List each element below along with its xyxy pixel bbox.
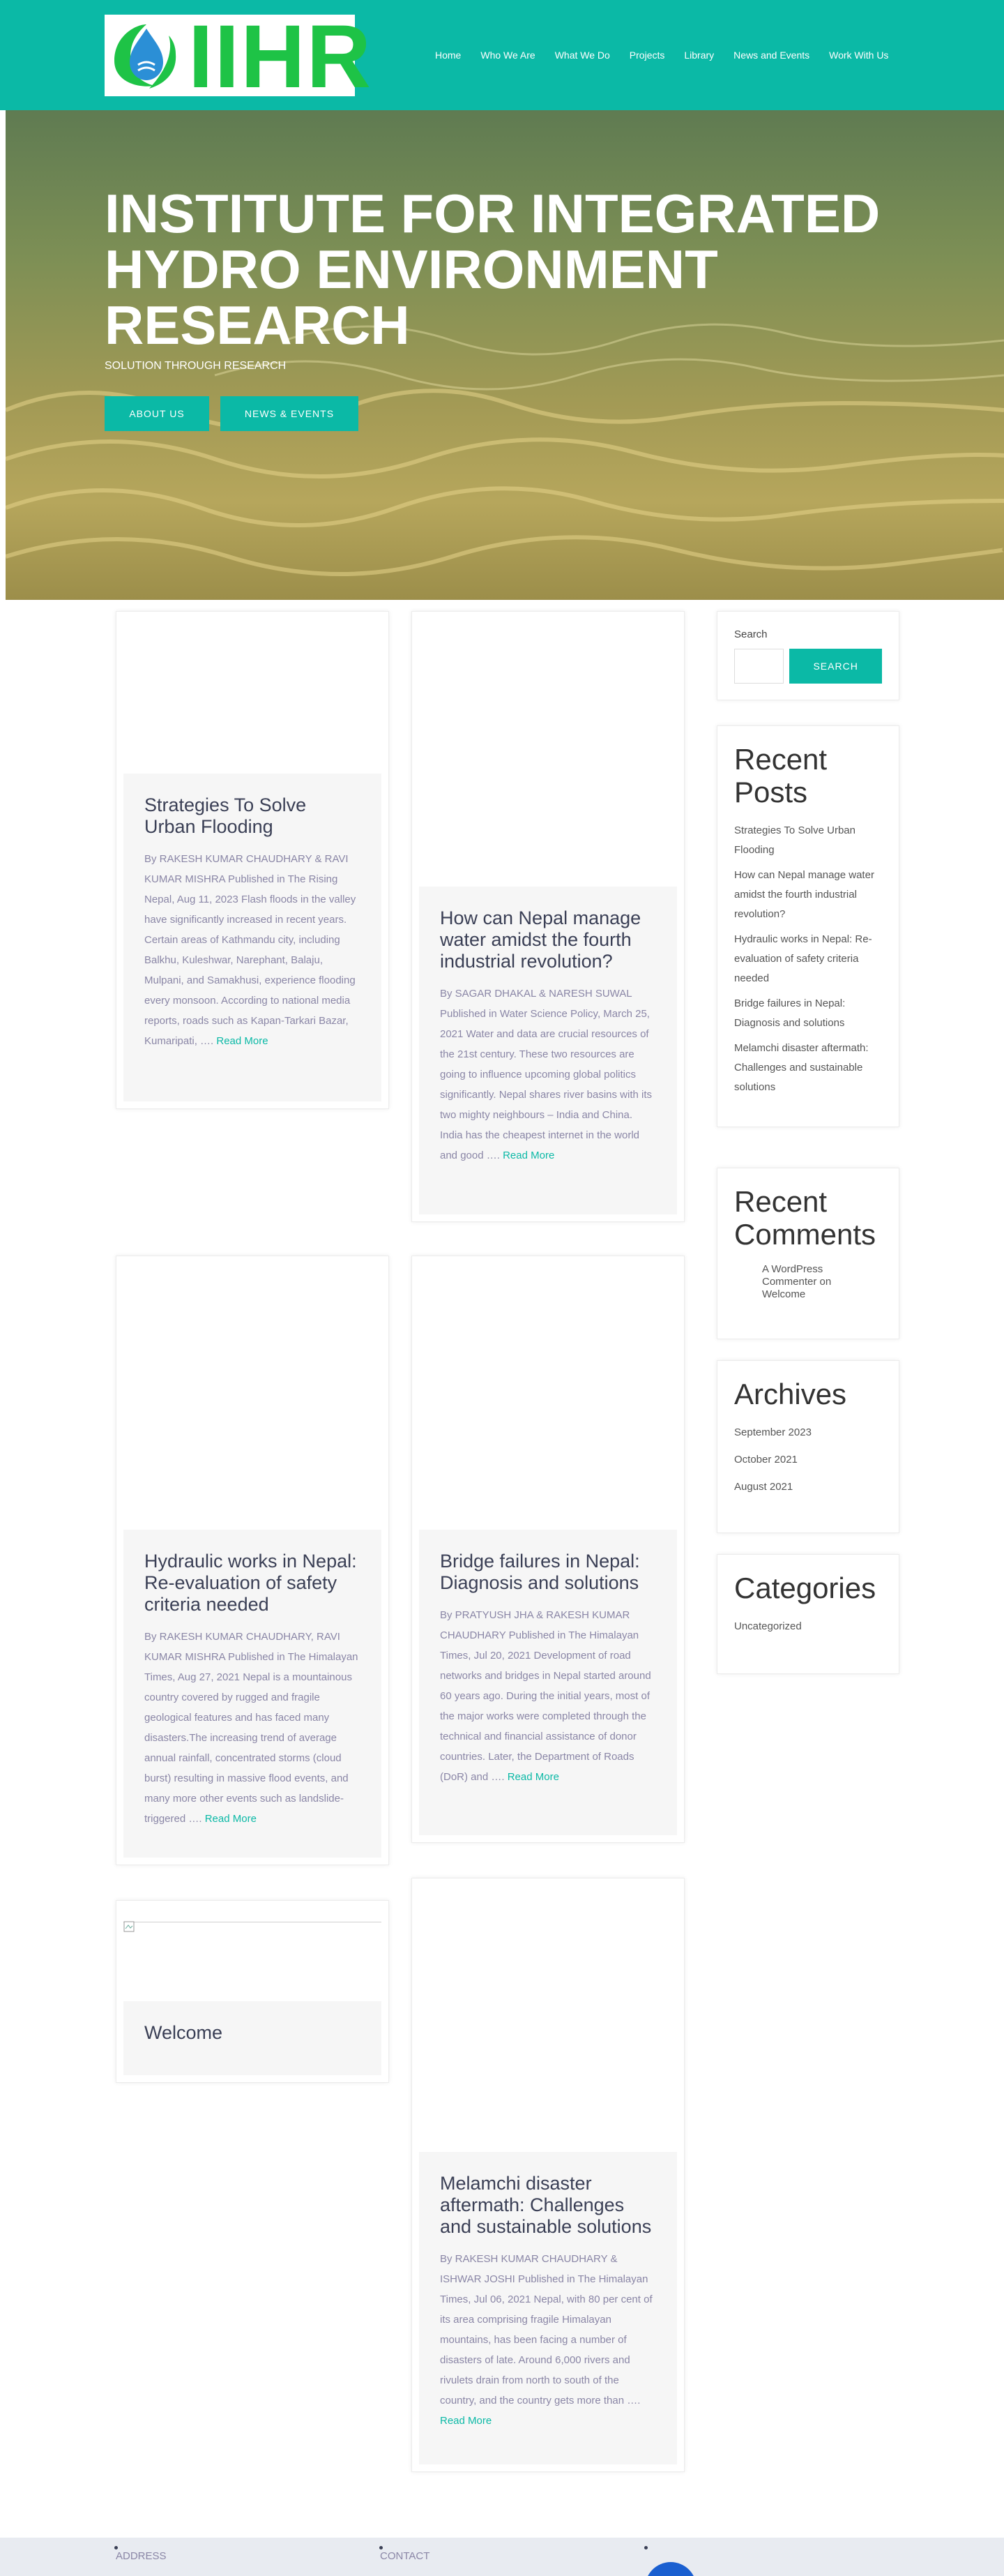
nav-work-with-us[interactable]: Work With Us [819, 50, 898, 61]
logo-wordmark: IIHR [188, 7, 372, 107]
nav-projects[interactable]: Projects [620, 50, 675, 61]
post-card[interactable]: Strategies To Solve Urban Flooding By RA… [116, 611, 389, 1109]
recent-posts-widget: Recent Posts Strategies To Solve Urban F… [717, 725, 899, 1127]
recent-post-link[interactable]: Bridge failures in Nepal: Diagnosis and … [734, 994, 882, 1033]
recent-post-link[interactable]: Melamchi disaster aftermath: Challenges … [734, 1039, 882, 1097]
recent-comments-widget: Recent Comments A WordPress Commenter on… [717, 1168, 899, 1339]
footer-contact-heading: CONTACT [380, 2550, 430, 2562]
read-more-link[interactable]: Read More [503, 1150, 554, 1161]
hero-title: INSTITUTE FOR INTEGRATED HYDRO ENVIRONME… [105, 183, 881, 356]
nav-what-we-do[interactable]: What We Do [545, 50, 620, 61]
post-excerpt: By PRATYUSH JHA & RAKESH KUMAR CHAUDHARY… [440, 1609, 651, 1783]
read-more-link[interactable]: Read More [508, 1771, 559, 1783]
site-header: IIHR Home Who We Are What We Do Projects… [0, 0, 1004, 110]
widget-title: Recent Posts [734, 743, 828, 808]
footer-bullet [379, 2546, 383, 2549]
post-excerpt: By RAKESH KUMAR CHAUDHARY & RAVI KUMAR M… [144, 853, 356, 1047]
nav-home[interactable]: Home [425, 50, 471, 61]
widget-title: Categories [734, 1572, 876, 1604]
post-card[interactable]: Hydraulic works in Nepal: Re-evaluation … [116, 1256, 389, 1865]
recent-post-link[interactable]: Hydraulic works in Nepal: Re-evaluation … [734, 930, 882, 988]
post-title[interactable]: Welcome [144, 2022, 360, 2044]
search-label: Search [734, 628, 768, 640]
post-thumbnail[interactable] [419, 1263, 677, 1535]
recent-post-link[interactable]: How can Nepal manage water amidst the fo… [734, 866, 882, 924]
post-body: Bridge failures in Nepal: Diagnosis and … [419, 1530, 677, 1835]
nav-who-we-are[interactable]: Who We Are [471, 50, 545, 61]
post-excerpt: By SAGAR DHAKAL & NARESH SUWAL Published… [440, 988, 653, 1161]
main-nav: Home Who We Are What We Do Projects Libr… [425, 0, 898, 110]
categories-widget: Categories Uncategorized [717, 1554, 899, 1674]
footer-bullet [644, 2546, 648, 2549]
hero-subtitle: SOLUTION THROUGH RESEARCH [105, 360, 287, 372]
footer-address-heading: ADDRESS [116, 2550, 167, 2562]
post-card[interactable]: Bridge failures in Nepal: Diagnosis and … [411, 1256, 685, 1843]
post-thumbnail[interactable] [123, 1263, 381, 1535]
about-us-button[interactable]: ABOUT US [105, 396, 209, 431]
post-title[interactable]: Strategies To Solve Urban Flooding [144, 794, 360, 838]
post-body: Hydraulic works in Nepal: Re-evaluation … [123, 1530, 381, 1858]
archive-link[interactable]: August 2021 [734, 1477, 882, 1497]
search-widget: Search SEARCH [717, 611, 899, 700]
nav-news-and-events[interactable]: News and Events [724, 50, 819, 61]
widget-title: Archives [734, 1378, 847, 1410]
recent-comment[interactable]: A WordPress Commenter on Welcome [734, 1263, 839, 1301]
category-link[interactable]: Uncategorized [734, 1617, 882, 1636]
search-button[interactable]: SEARCH [789, 649, 882, 684]
read-more-link[interactable]: Read More [205, 1813, 257, 1825]
post-card[interactable]: How can Nepal manage water amidst the fo… [411, 611, 685, 1222]
news-events-button[interactable]: NEWS & EVENTS [220, 396, 358, 431]
site-logo[interactable]: IIHR [105, 13, 371, 102]
read-more-link[interactable]: Read More [216, 1035, 268, 1047]
water-drop-icon [114, 24, 176, 89]
post-excerpt: By RAKESH KUMAR CHAUDHARY & ISHWAR JOSHI… [440, 2253, 653, 2427]
post-body: Welcome [123, 2001, 381, 2075]
hero-banner: INSTITUTE FOR INTEGRATED HYDRO ENVIRONME… [6, 110, 1004, 600]
recent-post-link[interactable]: Strategies To Solve Urban Flooding [734, 821, 882, 860]
post-card[interactable]: Melamchi disaster aftermath: Challenges … [411, 1878, 685, 2472]
post-thumbnail[interactable] [419, 619, 677, 891]
post-thumbnail[interactable] [419, 1885, 677, 2157]
post-title[interactable]: How can Nepal manage water amidst the fo… [440, 907, 656, 972]
post-title[interactable]: Hydraulic works in Nepal: Re-evaluation … [144, 1551, 360, 1615]
archive-link[interactable]: September 2023 [734, 1423, 882, 1443]
nav-library[interactable]: Library [674, 50, 724, 61]
read-more-link[interactable]: Read More [440, 2415, 492, 2427]
post-body: Melamchi disaster aftermath: Challenges … [419, 2152, 677, 2464]
post-card[interactable]: Welcome [116, 1900, 389, 2083]
post-title[interactable]: Bridge failures in Nepal: Diagnosis and … [440, 1551, 656, 1594]
widget-title: Recent Comments [734, 1185, 876, 1251]
archives-widget: Archives September 2023 October 2021 Aug… [717, 1360, 899, 1533]
archive-link[interactable]: October 2021 [734, 1450, 882, 1470]
post-body: Strategies To Solve Urban Flooding By RA… [123, 774, 381, 1101]
search-input[interactable] [734, 649, 784, 684]
broken-image-icon [123, 1921, 135, 1932]
footer-bullet [114, 2546, 118, 2549]
post-title[interactable]: Melamchi disaster aftermath: Challenges … [440, 2173, 656, 2238]
post-excerpt: By RAKESH KUMAR CHAUDHARY, RAVI KUMAR MI… [144, 1631, 358, 1825]
post-body: How can Nepal manage water amidst the fo… [419, 887, 677, 1214]
